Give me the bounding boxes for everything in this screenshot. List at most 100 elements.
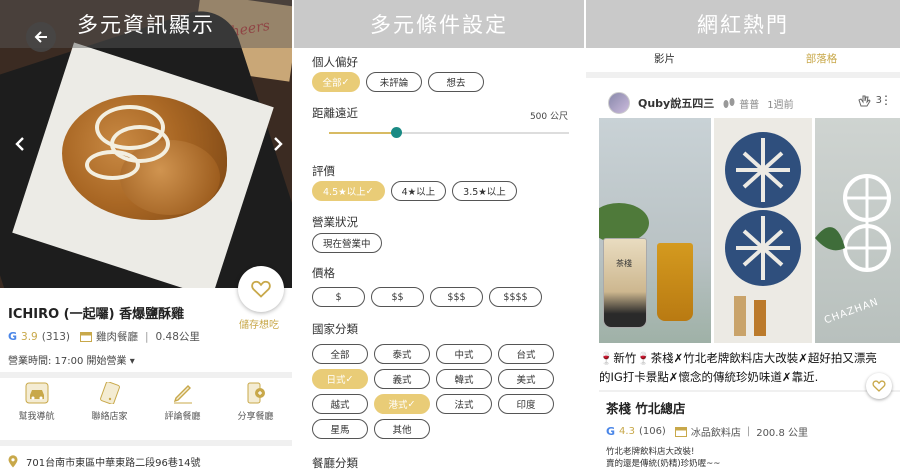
chip-rating-35[interactable]: 3.5★以上 [452, 181, 517, 201]
check-icon: ✓ [345, 373, 354, 385]
restaurant-meta: G 3.9 (313) 雞肉餐廳 | 0.48公里 [8, 329, 200, 344]
photo-logo-wall[interactable] [714, 118, 812, 343]
rating-value: 3.9 [21, 330, 38, 343]
chip-label: 日式 [326, 375, 346, 386]
author-level: 普普 [739, 99, 760, 111]
photo-drinks[interactable]: 茶棧 [599, 118, 711, 343]
avatar[interactable] [608, 92, 630, 114]
post-title[interactable]: 🍷新竹🍷茶棧✗竹北老牌飲料店大改裝✗超好拍又漂亮的IG打卡景點✗懷念的傳統珍奶味… [599, 349, 885, 387]
banner-title: 多元條件設定 [294, 0, 584, 48]
chip-country[interactable]: 義式 [374, 369, 430, 389]
check-icon: ✓ [341, 76, 350, 88]
address-row[interactable]: 701台南市東區中華東路二段96巷14號 [8, 454, 201, 469]
chip-country[interactable]: 韓式 [436, 369, 492, 389]
category: 冰品飲料店 [690, 428, 741, 439]
distance: 0.48公里 [155, 331, 200, 343]
chip-rating-45[interactable]: 4.5★以上 ✓ [312, 181, 385, 201]
distance-value: 500 公尺 [529, 112, 568, 122]
google-g-icon: G [606, 425, 616, 438]
chip-country[interactable]: 其他 [374, 419, 430, 439]
separator: | [746, 426, 751, 437]
slider-thumb[interactable] [391, 127, 403, 138]
chip-preference-all[interactable]: 全部 ✓ [312, 72, 360, 92]
heart-icon [872, 380, 886, 392]
contact-button[interactable]: 聯絡店家 [73, 382, 146, 432]
status-chips: 現在營業中 [312, 233, 382, 253]
country-row-2: 日式 ✓ 義式 韓式 美式 [312, 369, 554, 389]
chip-label: 全部 [322, 78, 342, 89]
chevron-right-icon[interactable] [272, 136, 284, 152]
chip-country[interactable]: 印度 [498, 394, 554, 414]
chip-price-3[interactable]: $$$ [430, 287, 483, 307]
preference-title: 個人偏好 [312, 55, 358, 69]
shop-name[interactable]: 茶棧 竹北總店 [606, 398, 685, 417]
author-name[interactable]: Quby說五四三 [638, 95, 714, 111]
divider [586, 72, 900, 78]
post-header: Quby說五四三 普普 1週前 3 ⋮ [608, 90, 900, 116]
save-label[interactable]: 儲存想吃 [239, 316, 279, 331]
chip-preference-unreviewed[interactable]: 未評論 [366, 72, 422, 92]
chip-country[interactable]: 星馬 [312, 419, 368, 439]
photo-sign[interactable]: CHAZHAN [815, 118, 900, 343]
chip-open-now[interactable]: 現在營業中 [312, 233, 382, 253]
chip-country[interactable]: 中式 [436, 344, 492, 364]
store-icon [674, 426, 687, 437]
chevron-left-icon[interactable] [14, 136, 26, 152]
restaurant-name: ICHIRO (一起囉) 香爆鹽酥雞 [8, 307, 185, 322]
chip-country[interactable]: 泰式 [374, 344, 430, 364]
chip-rating-4[interactable]: 4★以上 [390, 181, 447, 201]
chip-country[interactable]: 美式 [498, 369, 554, 389]
divider [0, 440, 292, 446]
check-icon: ✓ [407, 398, 416, 410]
back-button[interactable] [26, 22, 56, 52]
chip-preference-want[interactable]: 想去 [428, 72, 484, 92]
slider-fill [329, 132, 397, 134]
cup-logo-text: 茶棧 [616, 259, 632, 268]
review-count: (106) [638, 426, 666, 437]
rating-title: 評價 [312, 164, 335, 178]
chip-country[interactable]: 法式 [436, 394, 492, 414]
chip-country-selected[interactable]: 港式 ✓ [374, 394, 430, 414]
share-button[interactable]: 分享餐廳 [219, 382, 292, 432]
like-counter[interactable]: 3 [858, 94, 882, 107]
address-text: 701台南市東區中華東路二段96巷14號 [26, 458, 201, 469]
distance-title: 距離遠近 [312, 106, 358, 120]
chip-price-2[interactable]: $$ [371, 287, 424, 307]
heart-icon [251, 280, 271, 298]
onion-slice [85, 150, 140, 180]
navigate-button[interactable]: 幫我導航 [0, 382, 73, 432]
preference-chips: 全部 ✓ 未評論 想去 [312, 72, 484, 92]
separator: | [144, 330, 149, 343]
save-heart-button[interactable] [238, 266, 284, 312]
chip-country[interactable]: 台式 [498, 344, 554, 364]
chip-country[interactable]: 全部 [312, 344, 368, 364]
review-button[interactable]: 評論餐廳 [146, 382, 219, 432]
hours-text: 營業時間: 17:00 開始營業 [8, 356, 127, 367]
save-heart-button[interactable] [866, 373, 892, 399]
tab-video[interactable]: 影片 [586, 48, 743, 70]
caret-down-icon: ▾ [129, 356, 135, 367]
more-options-icon[interactable]: ⋮ [880, 93, 892, 107]
share-icon [247, 382, 265, 404]
footprint-icon [723, 98, 735, 108]
distance-slider[interactable] [329, 127, 569, 138]
distance: 200.8 公里 [756, 428, 809, 439]
action-bar: 幫我導航 聯絡店家 評論餐廳 分享餐廳 [0, 382, 292, 432]
country-title: 國家分類 [312, 322, 358, 336]
tab-blog[interactable]: 部落格 [743, 48, 900, 70]
chip-country-selected[interactable]: 日式 ✓ [312, 369, 368, 389]
chip-price-4[interactable]: $$$$ [489, 287, 542, 307]
shop-description: 竹北老牌飲料店大改裝! 賣的還是傳統(奶精)珍奶喔~~ [606, 446, 720, 470]
price-chips: $ $$ $$$ $$$$ [312, 287, 542, 307]
divider [0, 372, 292, 378]
opening-hours[interactable]: 營業時間: 17:00 開始營業 ▾ [8, 352, 135, 367]
post-photos[interactable]: 茶棧 CHAZHAN [599, 118, 900, 343]
check-icon: ✓ [365, 185, 374, 197]
shop-logo [725, 132, 801, 336]
price-title: 價格 [312, 266, 335, 280]
phone-icon [99, 382, 120, 404]
rating-chips: 4.5★以上 ✓ 4★以上 3.5★以上 [312, 181, 517, 201]
chip-price-1[interactable]: $ [312, 287, 365, 307]
action-label: 聯絡店家 [91, 412, 128, 422]
chip-country[interactable]: 越式 [312, 394, 368, 414]
